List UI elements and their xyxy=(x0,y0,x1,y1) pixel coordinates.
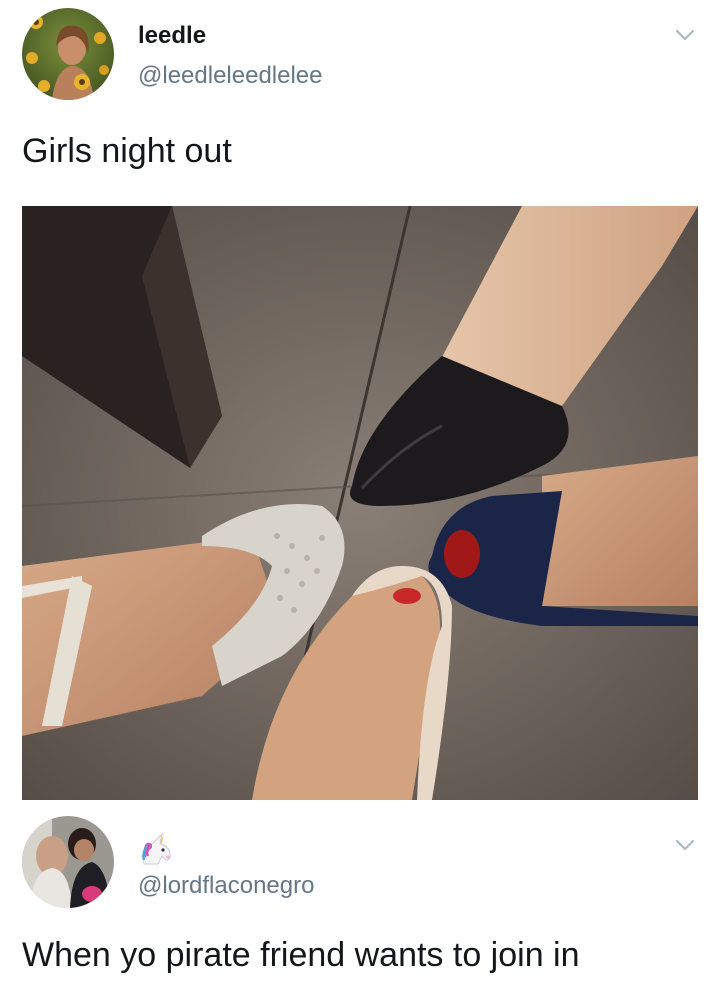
avatar[interactable] xyxy=(22,8,114,100)
unicorn-icon xyxy=(142,832,171,865)
chevron-down-icon[interactable] xyxy=(674,834,696,856)
tweet-photo[interactable] xyxy=(22,206,698,800)
user-handle[interactable]: @leedleleedlelee xyxy=(138,62,323,90)
tweet-reply: @lordflaconegro When yo pirate friend wa… xyxy=(0,810,720,1004)
chevron-down-icon[interactable] xyxy=(674,24,696,46)
user-handle[interactable]: @lordflaconegro xyxy=(138,872,314,900)
avatar[interactable] xyxy=(22,816,114,908)
tweet-text: When yo pirate friend wants to join in xyxy=(22,936,580,974)
tweet-original: leedle @leedleleedlelee Girls night out xyxy=(0,0,720,810)
tweet-text: Girls night out xyxy=(22,132,232,170)
display-name[interactable]: leedle xyxy=(138,22,206,50)
